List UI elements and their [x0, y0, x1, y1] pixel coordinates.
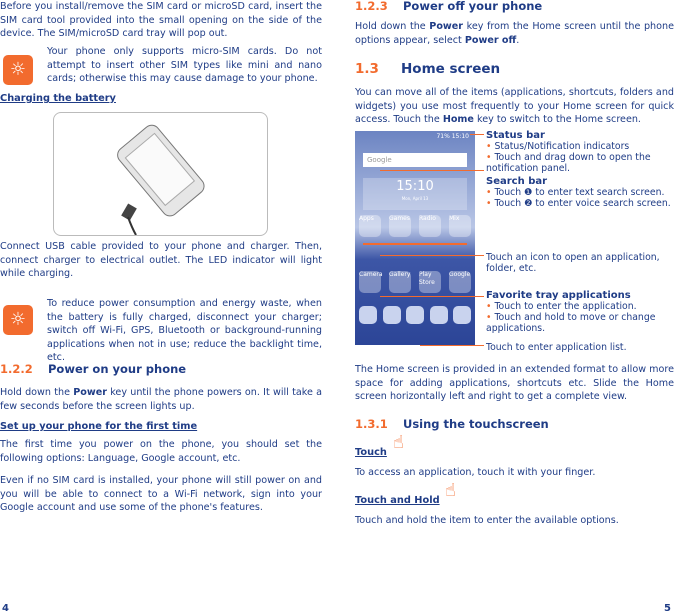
sim-paragraph: Before you install/remove the SIM card o… — [0, 1, 322, 40]
tray-row: Camera Gallery Play Store Google — [359, 271, 471, 293]
favorite-tray — [359, 306, 471, 324]
power-on-paragraph: Hold down the Power key until the phone … — [0, 387, 323, 412]
callout-status-bar: Status bar Status/Notification indicator… — [486, 130, 674, 174]
section-heading-1-3-1: 1.3.1 Using the touchscreen — [355, 417, 549, 431]
callout-icon: Touch an icon to open an application, fo… — [486, 252, 660, 274]
touch-paragraph: To access an application, touch it with … — [355, 467, 596, 478]
page-number: 5 — [664, 603, 671, 614]
charging-illustration — [53, 112, 268, 236]
setup-paragraph: The first time you power on the phone, y… — [0, 439, 322, 464]
home-screen-paragraph: You can move all of the items (applicati… — [355, 87, 674, 126]
lightbulb-tip-icon: ☼ — [3, 55, 33, 85]
touch-heading: Touch — [355, 447, 387, 458]
charging-paragraph: Connect USB cable provided to your phone… — [0, 241, 322, 280]
section-heading-1-2-3: 1.2.3 Power off your phone — [355, 0, 543, 13]
extended-format-paragraph: The Home screen is provided in an extend… — [355, 364, 674, 403]
phone-home-screen: 71% 15:10 Google 15:10 Mon, April 13 App… — [355, 131, 475, 345]
section-heading-1-3: 1.3 Home screen — [355, 61, 501, 77]
section-heading-1-2-2: 1.2.2 Power on your phone — [0, 362, 187, 376]
clock-widget: 15:10 Mon, April 13 — [363, 178, 467, 210]
touch-hold-heading: Touch and Hold — [355, 495, 440, 506]
page-number: 4 — [2, 603, 9, 614]
search-bar: Google — [363, 153, 467, 167]
callout-favorite-tray: Favorite tray applications Touch to ente… — [486, 290, 674, 334]
lightbulb-tip-icon: ☼ — [3, 305, 33, 335]
tip-micro-sim: Your phone only supports micro-SIM cards… — [47, 46, 322, 85]
charging-heading: Charging the battery — [0, 93, 116, 104]
setup-heading: Set up your phone for the first time — [0, 421, 198, 432]
power-off-paragraph: Hold down the Power key from the Home sc… — [355, 21, 674, 46]
touch-hold-paragraph: Touch and hold the item to enter the ava… — [355, 515, 619, 526]
touch-hand-icon: ☝ — [393, 432, 404, 453]
no-sim-paragraph: Even if no SIM card is installed, your p… — [0, 475, 322, 514]
app-row: Apps Games Radio Mix — [359, 215, 471, 237]
status-bar: 71% 15:10 — [436, 133, 469, 140]
callout-search-bar: Search bar Touch ❶ to enter text search … — [486, 176, 674, 209]
callout-app-list: Touch to enter application list. — [486, 342, 627, 353]
touch-hand-icon: ☝ — [445, 480, 456, 501]
tip-power-saving: To reduce power consumption and energy w… — [47, 298, 322, 364]
